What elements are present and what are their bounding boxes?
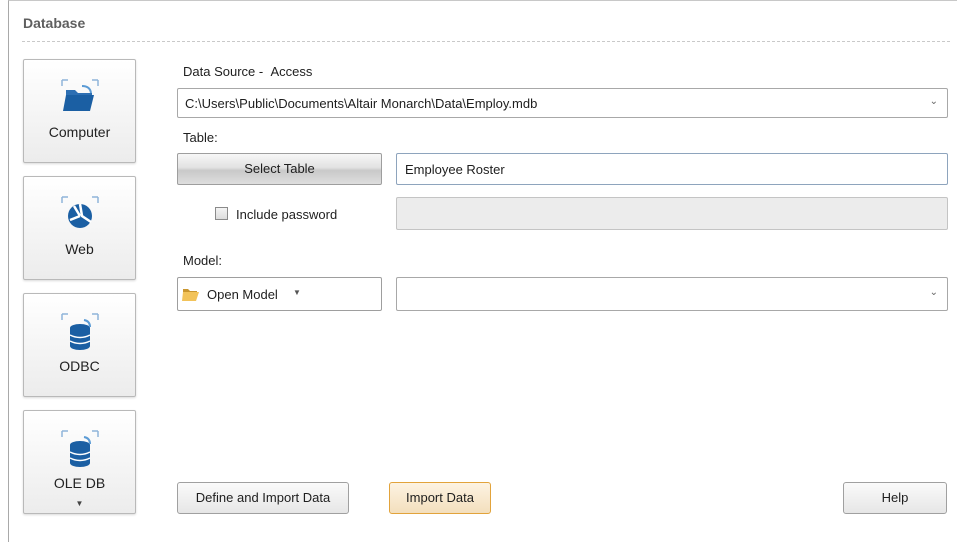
include-password-label: Include password: [236, 207, 338, 222]
password-field[interactable]: [396, 197, 948, 230]
source-odbc-button[interactable]: ODBC: [23, 293, 136, 397]
source-odbc-label: ODBC: [59, 358, 100, 374]
panel-title: Database: [23, 15, 86, 31]
source-oledb-button[interactable]: OLE DB ▼: [23, 410, 136, 514]
folder-icon: [60, 78, 100, 116]
table-name-field[interactable]: Employee Roster: [396, 153, 948, 185]
data-source-label: Data Source - Access: [183, 64, 312, 79]
model-label: Model:: [183, 253, 223, 268]
dropdown-arrow-icon[interactable]: ▼: [24, 499, 135, 508]
import-data-button[interactable]: Import Data: [389, 482, 491, 514]
table-label: Table:: [183, 130, 218, 145]
chevron-down-icon[interactable]: ⌄: [930, 287, 938, 298]
source-computer-label: Computer: [48, 124, 111, 140]
panel-frame: [8, 0, 957, 542]
database-icon: [60, 312, 100, 350]
open-model-label: Open Model: [207, 287, 278, 302]
globe-icon: [60, 195, 100, 233]
title-divider: [22, 41, 950, 42]
source-oledb-label: OLE DB: [53, 475, 106, 491]
caret-down-icon: ▼: [293, 288, 301, 297]
database-icon: [60, 429, 100, 467]
data-source-label-text: Data Source -: [183, 64, 264, 79]
select-table-button[interactable]: Select Table: [177, 153, 382, 185]
data-source-path: C:\Users\Public\Documents\Altair Monarch…: [185, 96, 538, 111]
define-and-import-button[interactable]: Define and Import Data: [177, 482, 349, 514]
chevron-down-icon[interactable]: ⌄: [930, 96, 938, 107]
help-button[interactable]: Help: [843, 482, 947, 514]
table-name-value: Employee Roster: [405, 162, 505, 177]
source-computer-button[interactable]: Computer: [23, 59, 136, 163]
data-source-type: Access: [270, 64, 313, 79]
source-web-label: Web: [65, 241, 94, 257]
open-model-button[interactable]: Open Model ▼: [177, 277, 382, 311]
folder-open-icon: [182, 286, 200, 305]
data-source-path-combo[interactable]: C:\Users\Public\Documents\Altair Monarch…: [177, 88, 948, 118]
source-web-button[interactable]: Web: [23, 176, 136, 280]
model-combo[interactable]: ⌄: [396, 277, 948, 311]
include-password-checkbox[interactable]: [215, 207, 228, 220]
